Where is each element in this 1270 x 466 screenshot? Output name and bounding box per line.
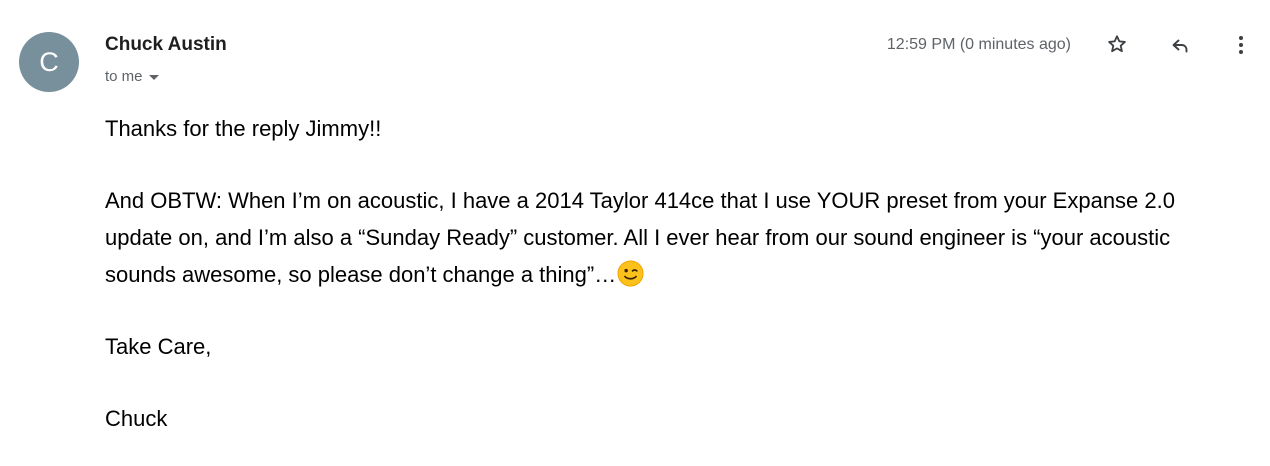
avatar[interactable]: C xyxy=(19,32,79,92)
reply-icon[interactable] xyxy=(1167,32,1193,58)
more-options-icon[interactable] xyxy=(1228,32,1254,58)
message-paragraph: And OBTW: When I’m on acoustic, I have a… xyxy=(105,182,1235,293)
message-closing: Take Care, xyxy=(105,334,212,359)
message-greeting: Thanks for the reply Jimmy!! xyxy=(105,116,382,141)
sender-name[interactable]: Chuck Austin xyxy=(105,34,227,56)
winking-face-emoji-icon xyxy=(617,260,644,287)
message-body: Thanks for the reply Jimmy!! And OBTW: W… xyxy=(105,110,1235,437)
avatar-letter: C xyxy=(39,46,59,77)
message-timestamp: 12:59 PM (0 minutes ago) xyxy=(886,36,1071,53)
message-signature: Chuck xyxy=(105,406,168,431)
star-icon[interactable] xyxy=(1104,32,1130,58)
chevron-down-icon[interactable] xyxy=(148,74,159,80)
recipient-details-toggle[interactable]: to me xyxy=(105,66,159,86)
recipient-text: to me xyxy=(105,67,143,85)
